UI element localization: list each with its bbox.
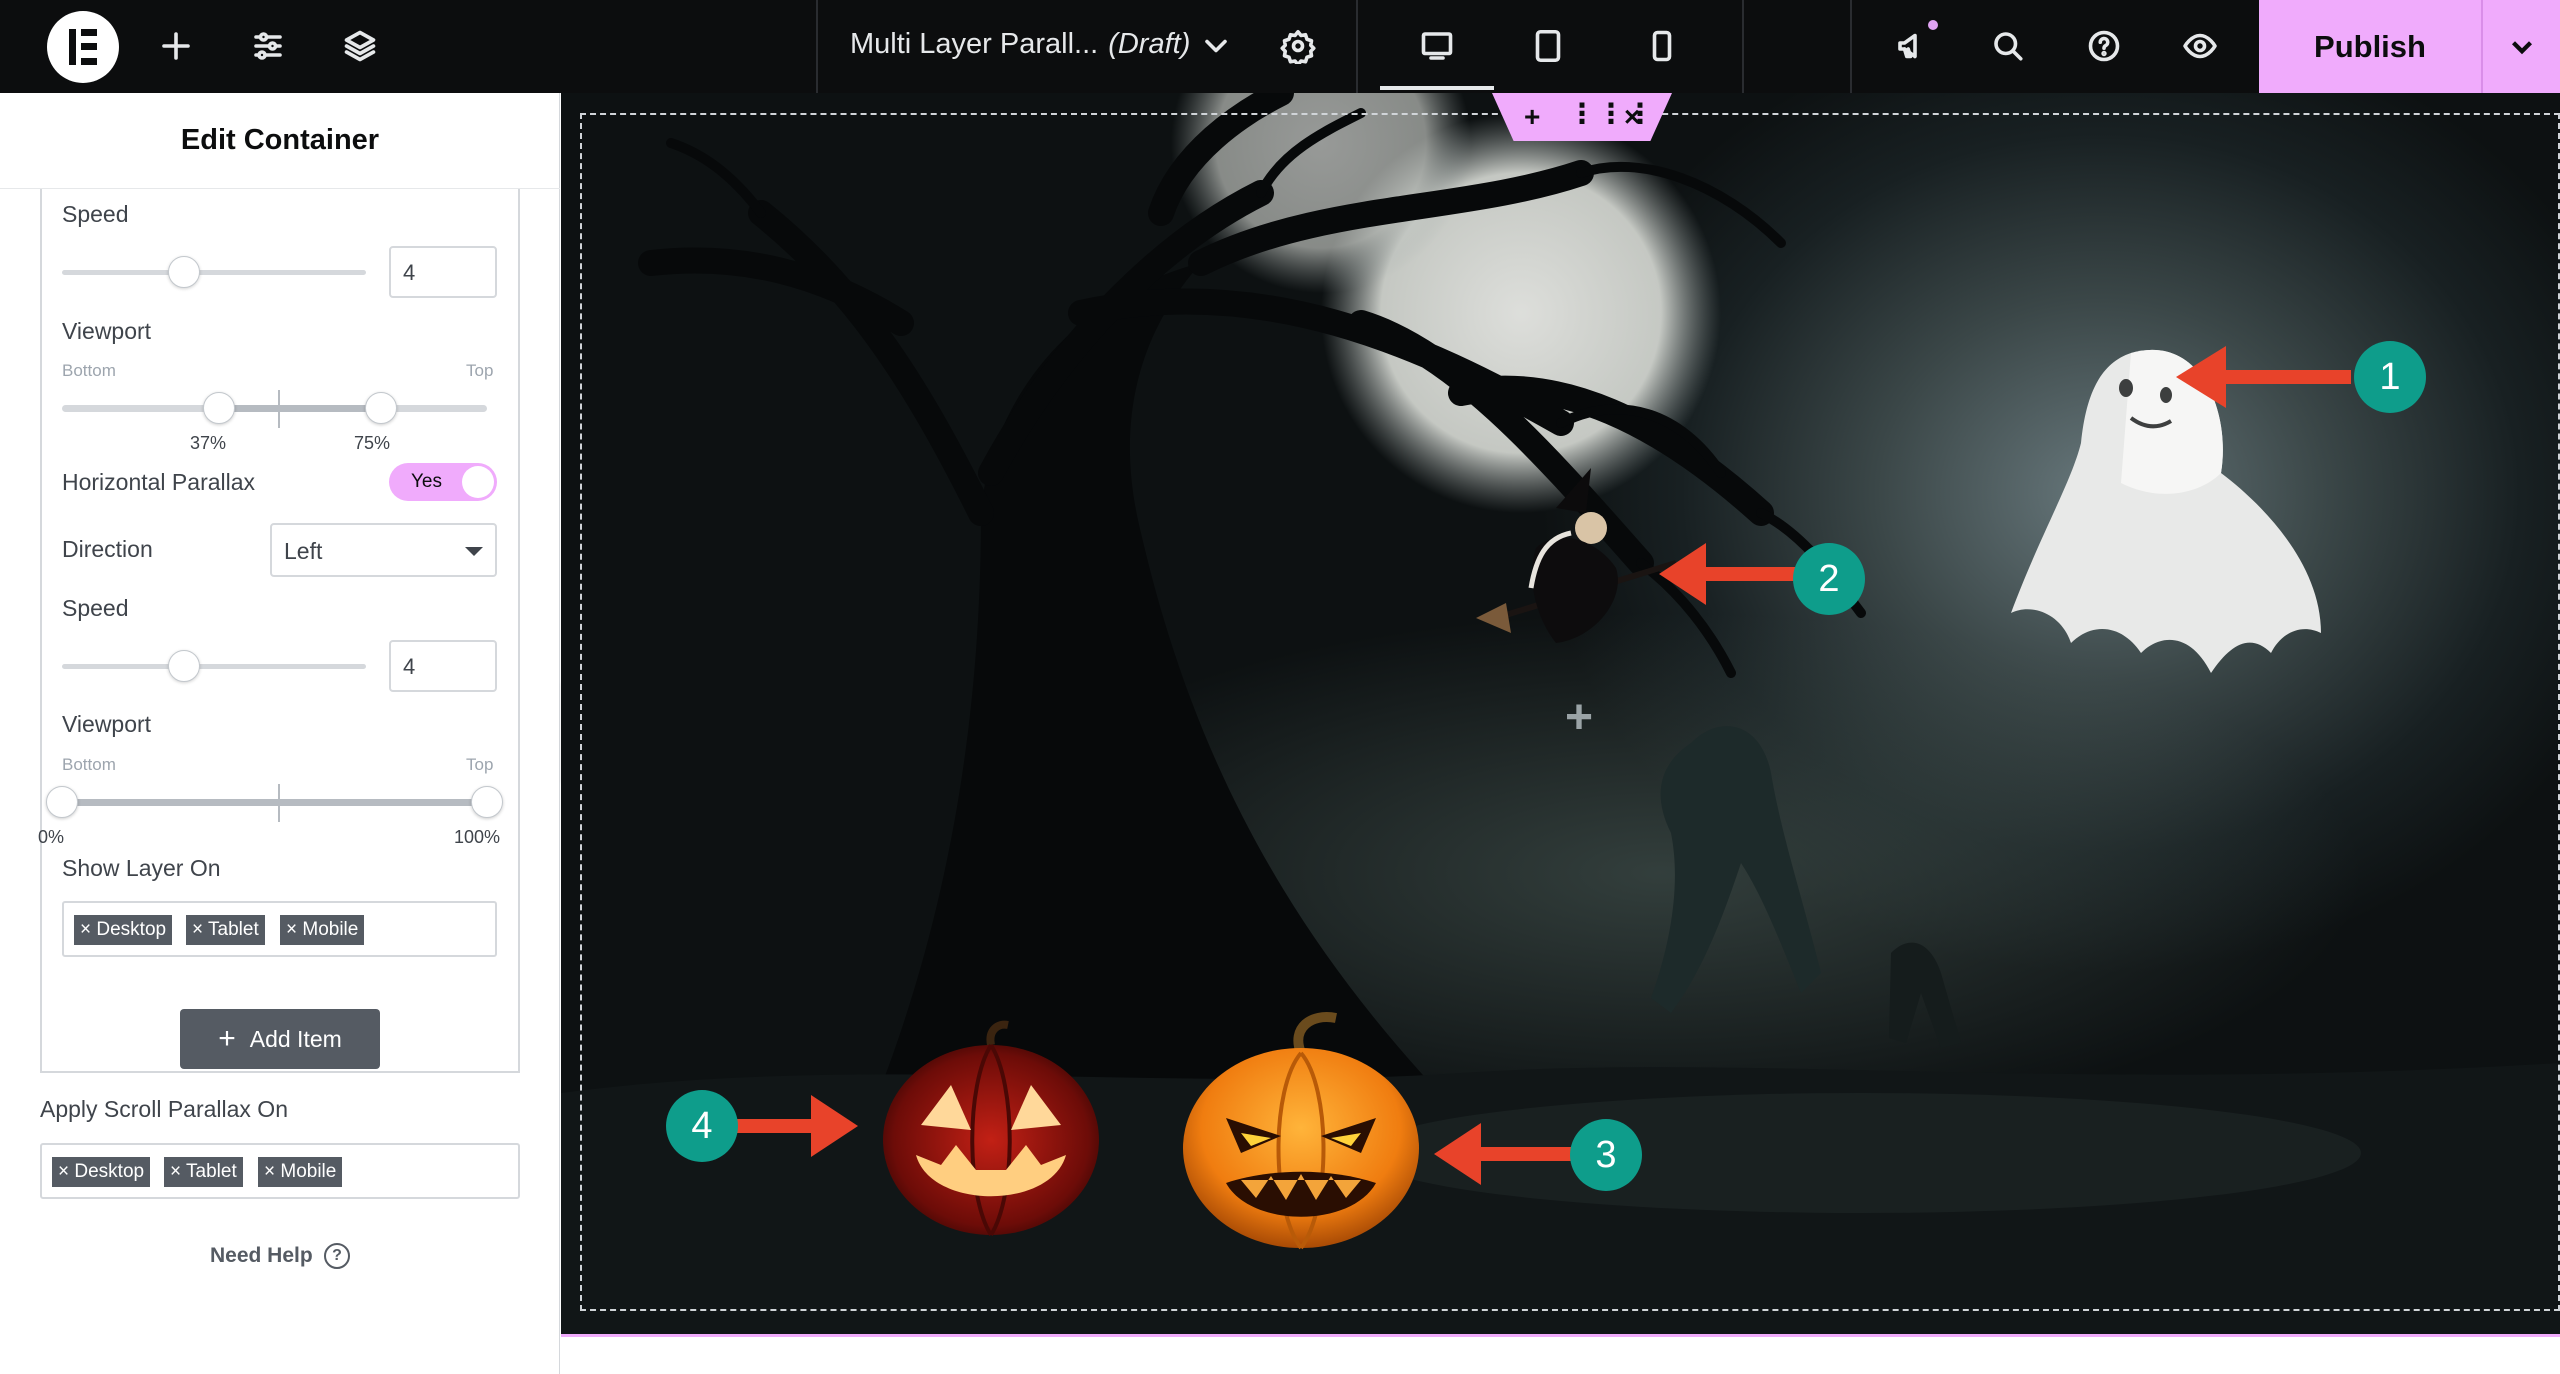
viewport-end-value: 100% [454,827,501,847]
speed-label: Speed [62,595,129,621]
viewport-top-label: Top [466,755,494,774]
viewport-start-value: 0% [38,827,65,847]
viewport-start-handle[interactable] [46,786,78,818]
close-icon[interactable]: × [1624,101,1640,133]
chevron-down-icon [2511,40,2532,54]
tag-mobile[interactable]: × Mobile [280,915,365,945]
gear-icon[interactable] [1272,20,1324,72]
divider [816,0,818,93]
tablet-icon[interactable] [1522,20,1574,72]
drag-handle-icon[interactable]: ⋮⋮⋮ [1568,97,1655,130]
tag-tablet[interactable]: × Tablet [186,915,265,945]
viewport-end-handle[interactable] [364,392,397,424]
document-title[interactable]: Multi Layer Parall... (Draft) [850,28,1190,61]
help-icon[interactable] [2078,20,2130,72]
layers-icon[interactable] [334,20,386,72]
horizontal-parallax-toggle[interactable]: Yes [389,463,497,501]
viewport-slider-midline [278,390,280,428]
panel-title: Edit Container [0,93,560,189]
apply-scroll-parallax-label: Apply Scroll Parallax On [40,1096,288,1122]
show-layer-on-select[interactable]: × Desktop × Tablet × Mobile [62,901,497,957]
viewport-bottom-label: Bottom [62,361,116,380]
viewport-slider-range [219,405,381,412]
toggle-label: Yes [411,471,442,492]
add-icon[interactable]: + [1524,101,1540,133]
viewport-slider-range [62,799,487,806]
tag-desktop[interactable]: × Desktop [74,915,173,945]
add-element-icon[interactable]: + [1565,690,1593,745]
speed-input[interactable]: 4 [389,246,497,298]
viewport-slider-midline [278,784,280,822]
desktop-icon[interactable] [1411,20,1463,72]
notification-dot [1926,18,1940,32]
elementor-logo-icon[interactable] [47,11,119,83]
help-icon[interactable]: ? [324,1243,350,1269]
speed-slider-track[interactable] [62,664,366,669]
publish-button[interactable]: Publish [2259,0,2481,93]
tag-tablet[interactable]: × Tablet [164,1157,243,1187]
viewport-start-handle[interactable] [203,392,236,424]
direction-select[interactable]: Left [270,523,497,577]
divider [1356,0,1358,93]
apply-scroll-parallax-select[interactable]: × Desktop × Tablet × Mobile [40,1143,520,1199]
direction-select-value: Left [284,538,323,564]
container-handle[interactable]: + ⋮⋮⋮ × [1492,93,1672,141]
speed-label: Speed [62,201,129,227]
viewport-top-label: Top [466,361,494,380]
divider [1850,0,1852,93]
eye-icon[interactable] [2174,20,2226,72]
tag-desktop[interactable]: × Desktop [52,1157,151,1187]
tag-mobile[interactable]: × Mobile [258,1157,343,1187]
need-help-link[interactable]: Need Help [210,1244,313,1268]
speed-slider-handle[interactable] [167,650,200,682]
viewport-label: Viewport [62,318,152,344]
horizontal-parallax-label: Horizontal Parallax [62,469,256,495]
publish-options-button[interactable] [2481,0,2560,93]
add-icon[interactable] [150,20,202,72]
speed-slider-track[interactable] [62,270,366,275]
speed-input[interactable]: 4 [389,640,497,692]
viewport-bottom-label: Bottom [62,755,116,774]
top-bar: Multi Layer Parall... (Draft) Publish [0,0,2560,93]
divider [1742,0,1744,93]
canvas-bottom-strip [561,1334,2560,1374]
show-layer-on-label: Show Layer On [62,855,221,881]
document-status: (Draft) [1108,28,1191,60]
viewport-end-handle[interactable] [471,786,503,818]
caret-down-icon [465,547,483,556]
chevron-down-icon[interactable] [1190,20,1242,72]
plus-icon: + [218,1022,236,1055]
search-icon[interactable] [1982,20,2034,72]
editor-panel: Edit Container Speed 4 Viewport Bottom T… [0,93,560,1374]
viewport-start-value: 37% [190,433,227,453]
settings-sliders-icon[interactable] [242,20,294,72]
document-title-text: Multi Layer Parall... [850,28,1099,60]
viewport-end-value: 75% [354,433,391,453]
speed-slider-handle[interactable] [167,256,200,288]
add-item-label: Add Item [249,1025,342,1052]
direction-label: Direction [62,536,153,562]
mobile-icon[interactable] [1636,20,1688,72]
add-item-button[interactable]: + Add Item [180,1009,380,1069]
device-active-indicator [1380,86,1494,90]
toggle-knob [462,466,494,498]
viewport-label: Viewport [62,711,152,737]
